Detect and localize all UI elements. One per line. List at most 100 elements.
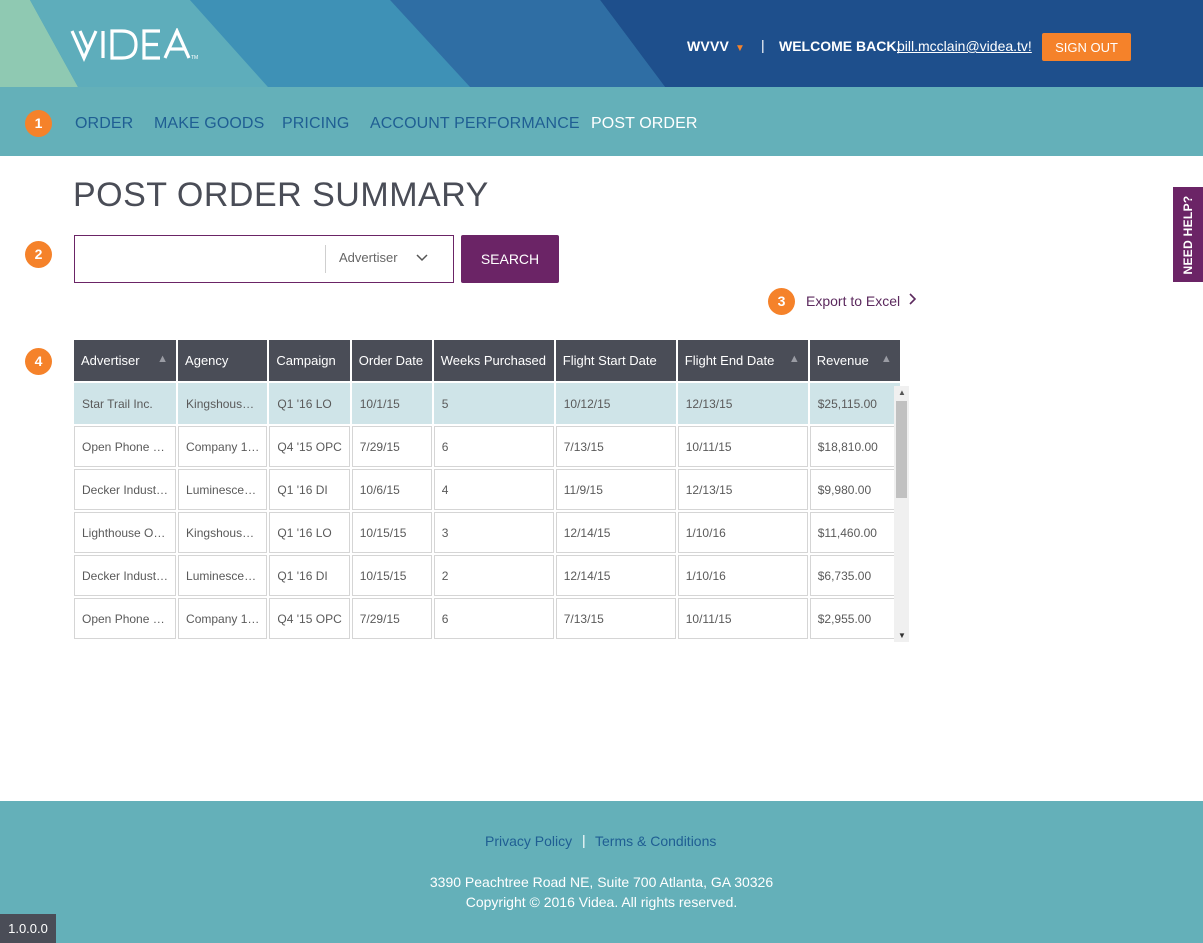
- cell-advertiser: Decker Indust…: [74, 469, 177, 510]
- page-title: POST ORDER SUMMARY: [73, 176, 489, 214]
- column-header-label: Flight End Date: [684, 353, 775, 368]
- cell-flight-end-date: 12/13/15: [677, 383, 808, 424]
- table-row[interactable]: Open Phone … Company 1… Q4 '15 OPC 7/29/15 6…: [74, 598, 900, 639]
- cell-flight-end-date: 10/11/15: [677, 426, 808, 467]
- scrollbar-thumb[interactable]: [896, 401, 907, 498]
- table-row[interactable]: Star Trail Inc. Kingshous… Q1 '16 LO 10/1/1…: [74, 383, 900, 424]
- nav-item-post-order[interactable]: POST ORDER: [591, 115, 698, 133]
- column-header-label: Flight Start Date: [562, 353, 657, 368]
- cell-flight-start-date: 12/14/15: [555, 555, 676, 596]
- cell-flight-end-date: 1/10/16: [677, 555, 808, 596]
- need-help-tab[interactable]: NEED HELP?: [1173, 187, 1203, 282]
- station-label: WVVV: [687, 38, 730, 54]
- chevron-down-icon: ▼: [735, 43, 746, 54]
- cell-campaign: Q4 '15 OPC: [269, 598, 350, 639]
- user-email-link[interactable]: bill.mcclain@videa.tv!: [897, 38, 1032, 54]
- cell-agency: Luminesce…: [178, 555, 268, 596]
- step-badge-4: 4: [25, 348, 52, 375]
- caret-up-icon[interactable]: ▲: [881, 353, 892, 365]
- cell-revenue: $6,735.00: [809, 555, 900, 596]
- cell-revenue: $18,810.00: [809, 426, 900, 467]
- chevron-right-icon[interactable]: [908, 289, 918, 314]
- table-body: Star Trail Inc. Kingshous… Q1 '16 LO 10/1/1…: [74, 383, 900, 639]
- column-header-revenue[interactable]: Revenue ▲: [809, 340, 900, 381]
- cell-weeks-purchased: 6: [433, 426, 554, 467]
- search-input[interactable]: [75, 236, 325, 282]
- cell-agency: Company 1…: [178, 426, 268, 467]
- cell-order-date: 10/15/15: [351, 512, 432, 553]
- header-separator: |: [761, 37, 765, 53]
- cell-campaign: Q1 '16 LO: [269, 512, 350, 553]
- nav-item-pricing[interactable]: PRICING: [282, 115, 349, 133]
- videa-logo[interactable]: TM: [70, 28, 200, 62]
- cell-flight-end-date: 1/10/16: [677, 512, 808, 553]
- column-header-label: Order Date: [358, 353, 424, 368]
- column-header-label: Agency: [185, 353, 229, 368]
- column-header-flight-end-date[interactable]: Flight End Date ▲: [677, 340, 808, 381]
- main-nav: 1 ORDER MAKE GOODS PRICING ACCOUNT PERFO…: [0, 87, 1203, 156]
- svg-text:TM: TM: [191, 55, 198, 61]
- table-row[interactable]: Decker Indust… Luminesce… Q1 '16 DI 10/15/1…: [74, 555, 900, 596]
- table-header-row: Advertiser ▲ Agency Campaign Order Date W…: [74, 340, 900, 381]
- cell-revenue: $25,115.00: [809, 383, 900, 424]
- search-button[interactable]: SEARCH: [461, 235, 559, 283]
- column-header-advertiser[interactable]: Advertiser ▲: [74, 340, 177, 381]
- export-to-excel-link[interactable]: Export to Excel: [806, 293, 900, 309]
- cell-order-date: 10/15/15: [351, 555, 432, 596]
- privacy-policy-link[interactable]: Privacy Policy: [485, 833, 572, 849]
- search-filter-select[interactable]: Advertiser: [326, 236, 453, 282]
- cell-flight-start-date: 12/14/15: [555, 512, 676, 553]
- station-selector[interactable]: WVVV ▼: [687, 38, 745, 54]
- cell-advertiser: Open Phone …: [74, 598, 177, 639]
- post-order-table: Advertiser ▲ Agency Campaign Order Date W…: [74, 340, 910, 644]
- cell-order-date: 10/6/15: [351, 469, 432, 510]
- sign-out-button[interactable]: SIGN OUT: [1042, 33, 1131, 61]
- need-help-label: NEED HELP?: [1181, 194, 1195, 275]
- cell-weeks-purchased: 2: [433, 555, 554, 596]
- cell-revenue: $2,955.00: [809, 598, 900, 639]
- column-header-label: Campaign: [276, 353, 336, 368]
- cell-flight-end-date: 10/11/15: [677, 598, 808, 639]
- caret-up-icon[interactable]: ▲: [789, 353, 800, 365]
- step-badge-3: 3: [768, 288, 795, 315]
- caret-up-icon[interactable]: ▲: [157, 353, 168, 365]
- cell-order-date: 7/29/15: [351, 426, 432, 467]
- nav-item-account-performance[interactable]: ACCOUNT PERFORMANCE: [370, 115, 580, 133]
- table-row[interactable]: Lighthouse O… Kingshous… Q1 '16 LO 10/15/15…: [74, 512, 900, 553]
- cell-agency: Company 1…: [178, 598, 268, 639]
- cell-agency: Kingshous…: [178, 383, 268, 424]
- cell-flight-start-date: 11/9/15: [555, 469, 676, 510]
- page-footer: Privacy Policy | Terms & Conditions 3390…: [0, 801, 1203, 943]
- top-header: TM WVVV ▼ | WELCOME BACK, bill.mcclain@vi…: [0, 0, 1203, 87]
- cell-flight-start-date: 7/13/15: [555, 598, 676, 639]
- nav-item-make-goods[interactable]: MAKE GOODS: [154, 115, 264, 133]
- orders-grid: Advertiser ▲ Agency Campaign Order Date W…: [72, 338, 902, 641]
- cell-flight-end-date: 12/13/15: [677, 469, 808, 510]
- scroll-down-arrow-icon[interactable]: ▼: [898, 631, 906, 640]
- scroll-up-arrow-icon[interactable]: ▲: [898, 388, 906, 397]
- column-header-label: Weeks Purchased: [440, 353, 547, 368]
- terms-conditions-link[interactable]: Terms & Conditions: [595, 833, 716, 849]
- cell-revenue: $9,980.00: [809, 469, 900, 510]
- cell-campaign: Q4 '15 OPC: [269, 426, 350, 467]
- column-header-order-date[interactable]: Order Date: [351, 340, 432, 381]
- cell-advertiser: Decker Indust…: [74, 555, 177, 596]
- cell-flight-start-date: 10/12/15: [555, 383, 676, 424]
- cell-weeks-purchased: 6: [433, 598, 554, 639]
- cell-advertiser: Star Trail Inc.: [74, 383, 177, 424]
- table-row[interactable]: Decker Indust… Luminesce… Q1 '16 DI 10/6/15…: [74, 469, 900, 510]
- cell-order-date: 10/1/15: [351, 383, 432, 424]
- column-header-label: Advertiser: [81, 353, 140, 368]
- nav-item-order[interactable]: ORDER: [75, 115, 133, 133]
- table-row[interactable]: Open Phone … Company 1… Q4 '15 OPC 7/29/15 6…: [74, 426, 900, 467]
- column-header-weeks-purchased[interactable]: Weeks Purchased: [433, 340, 554, 381]
- column-header-agency[interactable]: Agency: [178, 340, 268, 381]
- column-header-flight-start-date[interactable]: Flight Start Date: [555, 340, 676, 381]
- column-header-campaign[interactable]: Campaign: [269, 340, 350, 381]
- version-badge: 1.0.0.0: [0, 914, 56, 943]
- cell-campaign: Q1 '16 DI: [269, 555, 350, 596]
- table-scrollbar[interactable]: ▲ ▼: [894, 386, 909, 642]
- cell-flight-start-date: 7/13/15: [555, 426, 676, 467]
- footer-separator: |: [582, 832, 586, 848]
- cell-advertiser: Open Phone …: [74, 426, 177, 467]
